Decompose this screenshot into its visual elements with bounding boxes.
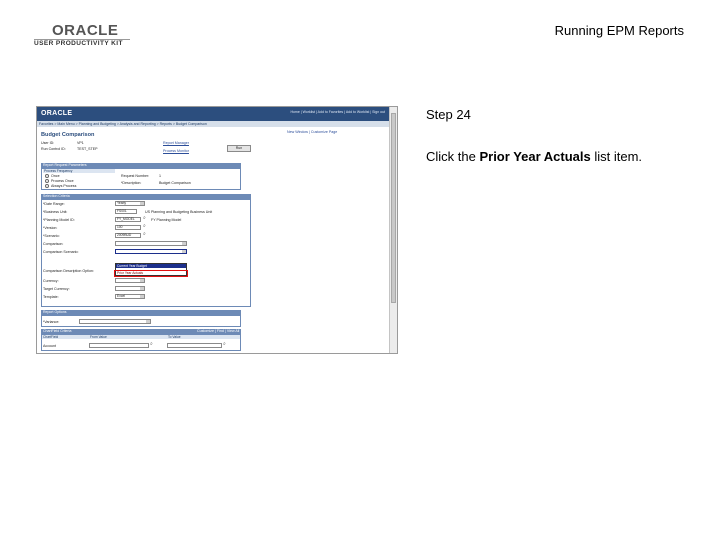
comparison-scenario-select[interactable] [115,249,187,254]
business-unit-label: *Business Unit: [43,210,68,214]
description-label: *Description: [121,181,142,185]
dropdown-arrow-icon [140,279,144,282]
dropdown-arrow-icon [146,320,150,323]
radio-process-once-label: Process Once [51,179,74,183]
to-value-field[interactable] [167,343,222,348]
comparison-label: Comparison: [43,242,64,246]
radio-always-process[interactable] [45,184,49,188]
radio-process-once[interactable] [45,179,49,183]
version-label: *Version: [43,226,58,230]
planning-model-field[interactable]: FY_MODEL [115,217,141,222]
variance-select[interactable] [79,319,151,324]
run-button[interactable]: Run [227,145,251,152]
lookup-icon[interactable]: ⌕ [143,232,148,237]
radio-once-label: Once [51,174,60,178]
request-number-value: 1 [159,174,161,178]
scenario-value: 2009BUD [117,233,132,237]
user-id-label: User ID: [41,141,55,145]
comparison-desc-option-label: Comparison Description Option: [43,269,94,273]
chartfield-column-header-row: ChartField From Value To Value [42,335,240,339]
dropdown-arrow-icon [140,202,144,205]
toolbar-links[interactable]: New Window | Customize Page [287,130,337,134]
document-title: Running EPM Reports [554,23,684,38]
app-logo: ORACLE [41,110,73,117]
col-from-value: From Value [90,335,107,339]
step-instruction: Click the Prior Year Actuals list item. [426,149,642,164]
version-value: 100 [117,225,123,229]
planning-model-desc: FY Planning Model [151,218,182,222]
business-unit-field[interactable]: FS001 [115,209,137,214]
lookup-icon[interactable]: ⌕ [143,216,148,221]
header-links[interactable]: Home | Worklist | Add to Favorites | Add… [290,110,385,114]
instruction-suffix: list item. [590,149,643,164]
app-screenshot: ORACLE Home | Worklist | Add to Favorite… [36,106,398,354]
planning-model-label: *Planning Model ID: [43,218,75,222]
date-range-select[interactable]: Yearly [115,201,145,206]
business-unit-desc: US Planning and Budgeting Business Unit [145,210,213,214]
template-value: Excel [117,294,126,298]
planning-model-value: FY_MODEL [117,217,135,221]
oracle-upk-logo: ORACLE USER PRODUCTIVITY KIT [32,20,132,52]
breadcrumb-nav[interactable]: Favorites > Main Menu > Planning and Bud… [37,121,389,127]
scenario-field[interactable]: 2009BUD [115,233,141,238]
page-title: Budget Comparison [41,132,95,138]
template-select[interactable]: Excel [115,294,145,299]
dropdown-arrow-icon [182,250,186,253]
request-number-label: Request Number: [121,174,150,178]
user-id-value: VP1 [77,141,84,145]
dropdown-arrow-icon [140,287,144,290]
logo-product-text: USER PRODUCTIVITY KIT [34,40,123,47]
target-currency-label: Target Currency: [43,287,70,291]
currency-select[interactable] [115,278,145,283]
from-value-field[interactable] [89,343,149,348]
description-value[interactable]: Budget Comparison [159,181,191,185]
process-frequency-header: Process Frequency [43,169,115,173]
dropdown-arrow-icon [140,295,144,298]
run-control-id-label: Run Control ID: [41,147,66,151]
instruction-prefix: Click the [426,149,480,164]
run-control-id-value: TEST_STEP [77,147,98,151]
dropdown-arrow-icon [182,242,186,245]
click-target-highlight [114,270,188,277]
lookup-icon[interactable]: ⌕ [150,342,155,347]
comparison-scenario-label: Comparison Scenario: [43,250,79,254]
target-currency-select[interactable] [115,286,145,291]
instruction-target: Prior Year Actuals [479,149,591,164]
step-title: Step 24 [426,107,471,122]
currency-label: Currency: [43,279,59,283]
vertical-scrollbar[interactable] [389,107,397,353]
version-field[interactable]: 100 [115,225,141,230]
radio-once[interactable] [45,174,49,178]
report-manager-link[interactable]: Report Manager [163,141,189,145]
lookup-icon[interactable]: ⌕ [143,224,148,229]
option-current-year-budget[interactable]: Current Year Budget [116,264,186,268]
scenario-label: *Scenario: [43,234,60,238]
col-to-value: To Value [168,335,181,339]
date-range-value: Yearly [117,201,127,205]
variance-label: *Variance: [43,320,60,324]
chartfield-row-account: Account [43,344,56,348]
template-label: Template: [43,295,59,299]
business-unit-value: FS001 [117,209,127,213]
col-chartfield: ChartField [43,335,59,339]
logo-oracle-text: ORACLE [52,22,119,39]
radio-always-process-label: Always Process [51,184,77,188]
process-monitor-link[interactable]: Process Monitor [163,149,189,153]
scrollbar-thumb[interactable] [391,113,396,303]
chartfield-grid-tools[interactable]: Customize | Find | View All [197,329,239,333]
comparison-select[interactable] [115,241,187,246]
lookup-icon[interactable]: ⌕ [223,342,228,347]
date-range-label: *Date Range: [43,202,65,206]
